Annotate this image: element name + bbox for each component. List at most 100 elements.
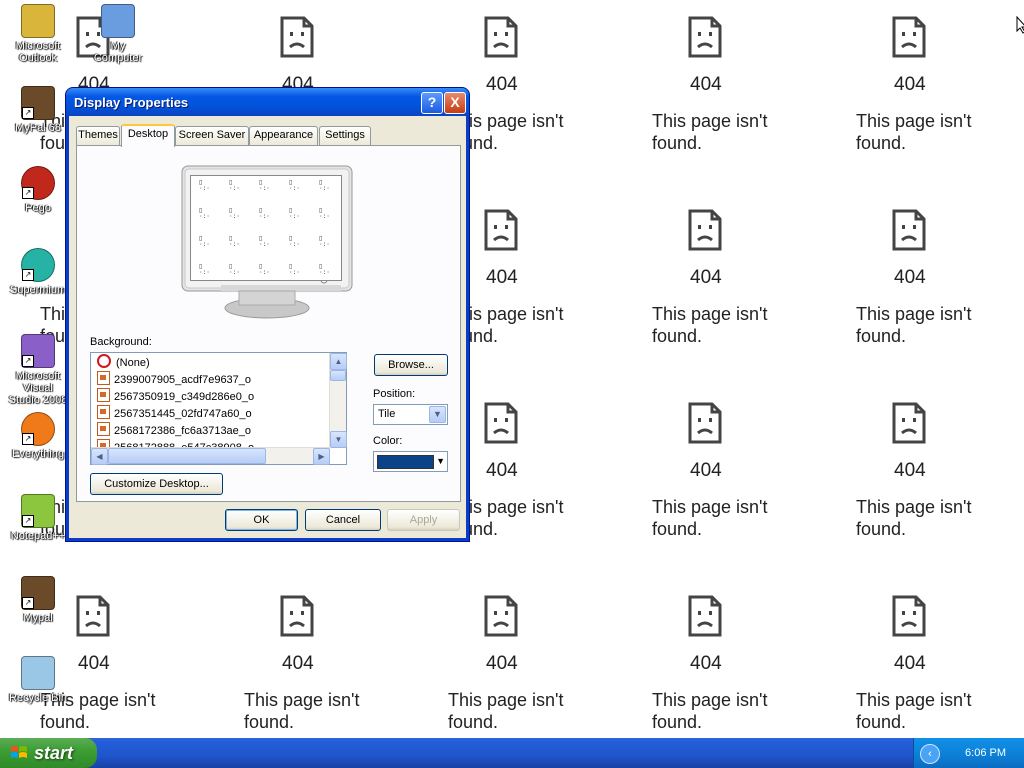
customize-desktop-button[interactable]: Customize Desktop... [90, 473, 223, 495]
sad-page-icon [688, 595, 722, 637]
color-label: Color: [373, 435, 403, 447]
tab-settings[interactable]: Settings [319, 126, 371, 145]
preview-tile: ▯ ·:· [289, 235, 300, 248]
recycle-bin-icon [21, 656, 55, 690]
dialog-titlebar[interactable]: Display Properties ? X [66, 88, 469, 116]
scroll-left-icon[interactable]: ◀ [91, 448, 108, 465]
wallpaper-tile: 404 This page isn't found. [652, 16, 832, 176]
preview-tile: ▯ ·:· [319, 179, 330, 192]
desktop-icon-label: Microsoft Outlook [15, 40, 61, 64]
wallpaper-tile: 404 This page isn't found. [448, 209, 628, 369]
visual-studio-icon: ↗ [21, 334, 55, 368]
cancel-button[interactable]: Cancel [305, 509, 381, 531]
list-item[interactable]: 2568172888_e547c38908_o [97, 439, 254, 447]
close-button[interactable]: X [444, 92, 466, 114]
clock[interactable]: 6:06 PM [965, 738, 1006, 768]
chevron-down-icon[interactable]: ▼ [436, 452, 445, 471]
desktop-icon[interactable]: ↗ Microsoft Visual Studio 2008 [8, 334, 68, 406]
list-item[interactable]: 2567351445_02fd747a60_o [97, 405, 252, 422]
wallpaper-tile: 404 This page isn't found. [856, 402, 1024, 562]
shortcut-arrow-icon: ↗ [22, 269, 34, 281]
ok-button[interactable]: OK [225, 509, 298, 531]
desktop-icon[interactable]: ↗ Mypal [8, 576, 68, 624]
error-message: This page isn't found. [652, 690, 768, 732]
desktop-icon-label: Supermium [9, 284, 67, 296]
scroll-down-icon[interactable]: ▼ [330, 431, 347, 448]
sad-page-icon [484, 16, 518, 58]
start-button[interactable]: start [0, 738, 97, 768]
desktop-icon[interactable]: Microsoft Outlook [8, 4, 68, 64]
position-label: Position: [373, 388, 416, 400]
display-properties-dialog: Display Properties ? X Themes Desktop Sc… [66, 88, 469, 541]
shortcut-arrow-icon: ↗ [22, 107, 34, 119]
wallpaper-tile: 404 This page isn't found. [244, 595, 424, 755]
image-file-icon [97, 439, 110, 447]
apply-button[interactable]: Apply [387, 509, 460, 531]
wallpaper-tile: 404 This page isn't found. [448, 595, 628, 755]
sad-page-icon [688, 209, 722, 251]
list-item[interactable]: 2567350919_c349d286e0_o [97, 388, 254, 405]
error-code: 404 [690, 460, 722, 481]
help-button[interactable]: ? [421, 92, 443, 114]
chevron-down-icon[interactable]: ▼ [429, 406, 446, 423]
list-item-label: (None) [116, 357, 150, 369]
desktop-icon[interactable]: ↗ Pego [8, 166, 68, 214]
vertical-scroll-thumb[interactable] [330, 370, 346, 381]
scroll-up-icon[interactable]: ▲ [330, 353, 347, 370]
desktop-icon-label: Pego [25, 202, 51, 214]
color-picker-button[interactable]: ▼ [373, 451, 448, 472]
preview-tile: ▯ ·:· [289, 263, 300, 276]
scroll-right-icon[interactable]: ▶ [313, 448, 330, 465]
error-message: This page isn't found. [448, 111, 564, 153]
image-file-icon [97, 388, 110, 402]
position-select[interactable]: Tile ▼ [373, 404, 448, 425]
horizontal-scroll-thumb[interactable] [108, 448, 266, 464]
error-code: 404 [486, 460, 518, 481]
error-message: This page isn't found. [652, 497, 768, 539]
tab-appearance[interactable]: Appearance [249, 126, 318, 145]
desktop-icon[interactable]: Recycle Bin [8, 656, 68, 704]
tab-desktop[interactable]: Desktop [121, 124, 175, 147]
position-value: Tile [378, 408, 396, 420]
desktop-icon-label: Everything [12, 448, 64, 460]
list-item[interactable]: 2399007905_acdf7e9637_o [97, 371, 251, 388]
desktop-icon-label: MyPal 68 [15, 122, 61, 134]
raccoon-icon: ↗ [21, 86, 55, 120]
error-message: This page isn't found. [856, 304, 972, 346]
desktop-icon[interactable]: ↗ Notepad++ [8, 494, 68, 542]
tab-themes[interactable]: Themes [76, 126, 120, 145]
list-item[interactable]: 2568172386_fc6a3713ae_o [97, 422, 251, 439]
preview-tile: ▯ ·:· [199, 263, 210, 276]
shortcut-arrow-icon: ↗ [22, 433, 34, 445]
sad-page-icon [484, 595, 518, 637]
error-code: 404 [486, 653, 518, 674]
desktop-icon[interactable]: ↗ Supermium [8, 248, 68, 296]
sad-page-icon [892, 209, 926, 251]
tray-expand-icon[interactable]: ‹ [920, 744, 940, 764]
preview-tile: ▯ ·:· [259, 235, 270, 248]
desktop-icon[interactable]: My Computer [88, 4, 148, 64]
list-item[interactable]: (None) [97, 354, 150, 371]
sad-page-icon [280, 16, 314, 58]
listbox-vertical-scrollbar[interactable]: ▲ ▼ [329, 353, 347, 448]
sad-page-icon [484, 209, 518, 251]
color-swatch [377, 455, 434, 469]
wallpaper-tile: 404 This page isn't found. [652, 209, 832, 369]
desktop-tab-panel: ▯ ·:· ▯ ·:· ▯ ·:· ▯ ·:· ▯ ·:· ▯ ·:· ▯ ·:· ▯ ·:· ▯ ·:· ▯ ·:·… [76, 145, 461, 502]
desktop-icon[interactable]: ↗ Everything [8, 412, 68, 460]
raccoon-icon: ↗ [21, 576, 55, 610]
sad-page-icon [688, 402, 722, 444]
listbox-horizontal-scrollbar[interactable]: ◀ ▶ [91, 447, 330, 465]
sad-page-icon [892, 16, 926, 58]
shortcut-arrow-icon: ↗ [22, 187, 34, 199]
none-icon [97, 354, 111, 368]
list-item-label: 2567350919_c349d286e0_o [114, 391, 255, 403]
background-listbox[interactable]: (None) 2399007905_acdf7e9637_o 256735091… [90, 352, 347, 465]
tab-screen-saver[interactable]: Screen Saver [175, 126, 249, 145]
wallpaper-tile: 404 This page isn't found. [448, 402, 628, 562]
error-code: 404 [894, 74, 926, 95]
shortcut-arrow-icon: ↗ [22, 515, 34, 527]
browse-button[interactable]: Browse... [374, 354, 448, 376]
monitor-preview: ▯ ·:· ▯ ·:· ▯ ·:· ▯ ·:· ▯ ·:· ▯ ·:· ▯ ·:· ▯ ·:· ▯ ·:· ▯ ·:·… [181, 165, 357, 323]
desktop-icon[interactable]: ↗ MyPal 68 [8, 86, 68, 134]
